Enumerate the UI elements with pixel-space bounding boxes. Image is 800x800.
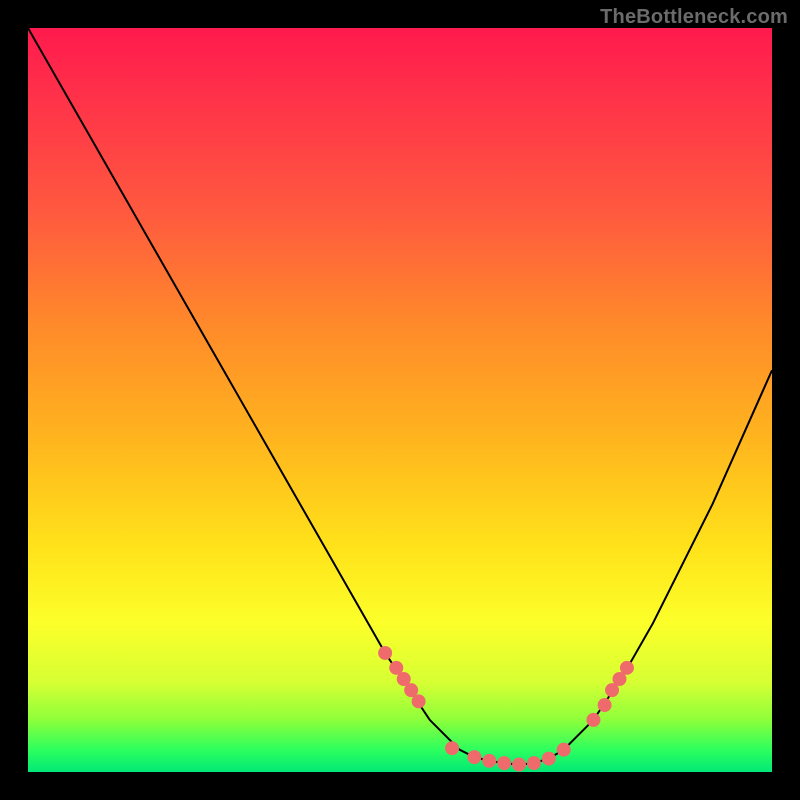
marker-dot <box>482 754 496 768</box>
marker-dot <box>378 646 392 660</box>
marker-dot <box>467 750 481 764</box>
marker-dot <box>620 661 634 675</box>
marker-layer <box>378 646 634 772</box>
chart-overlay <box>28 28 772 772</box>
marker-dot <box>542 752 556 766</box>
marker-dot <box>445 741 459 755</box>
marker-dot <box>512 758 526 772</box>
bottleneck-curve <box>28 28 772 765</box>
marker-dot <box>557 743 571 757</box>
chart-frame: TheBottleneck.com <box>0 0 800 800</box>
marker-dot <box>586 713 600 727</box>
marker-dot <box>497 756 511 770</box>
marker-dot <box>412 694 426 708</box>
watermark-label: TheBottleneck.com <box>600 6 788 29</box>
marker-dot <box>598 698 612 712</box>
marker-dot <box>527 756 541 770</box>
